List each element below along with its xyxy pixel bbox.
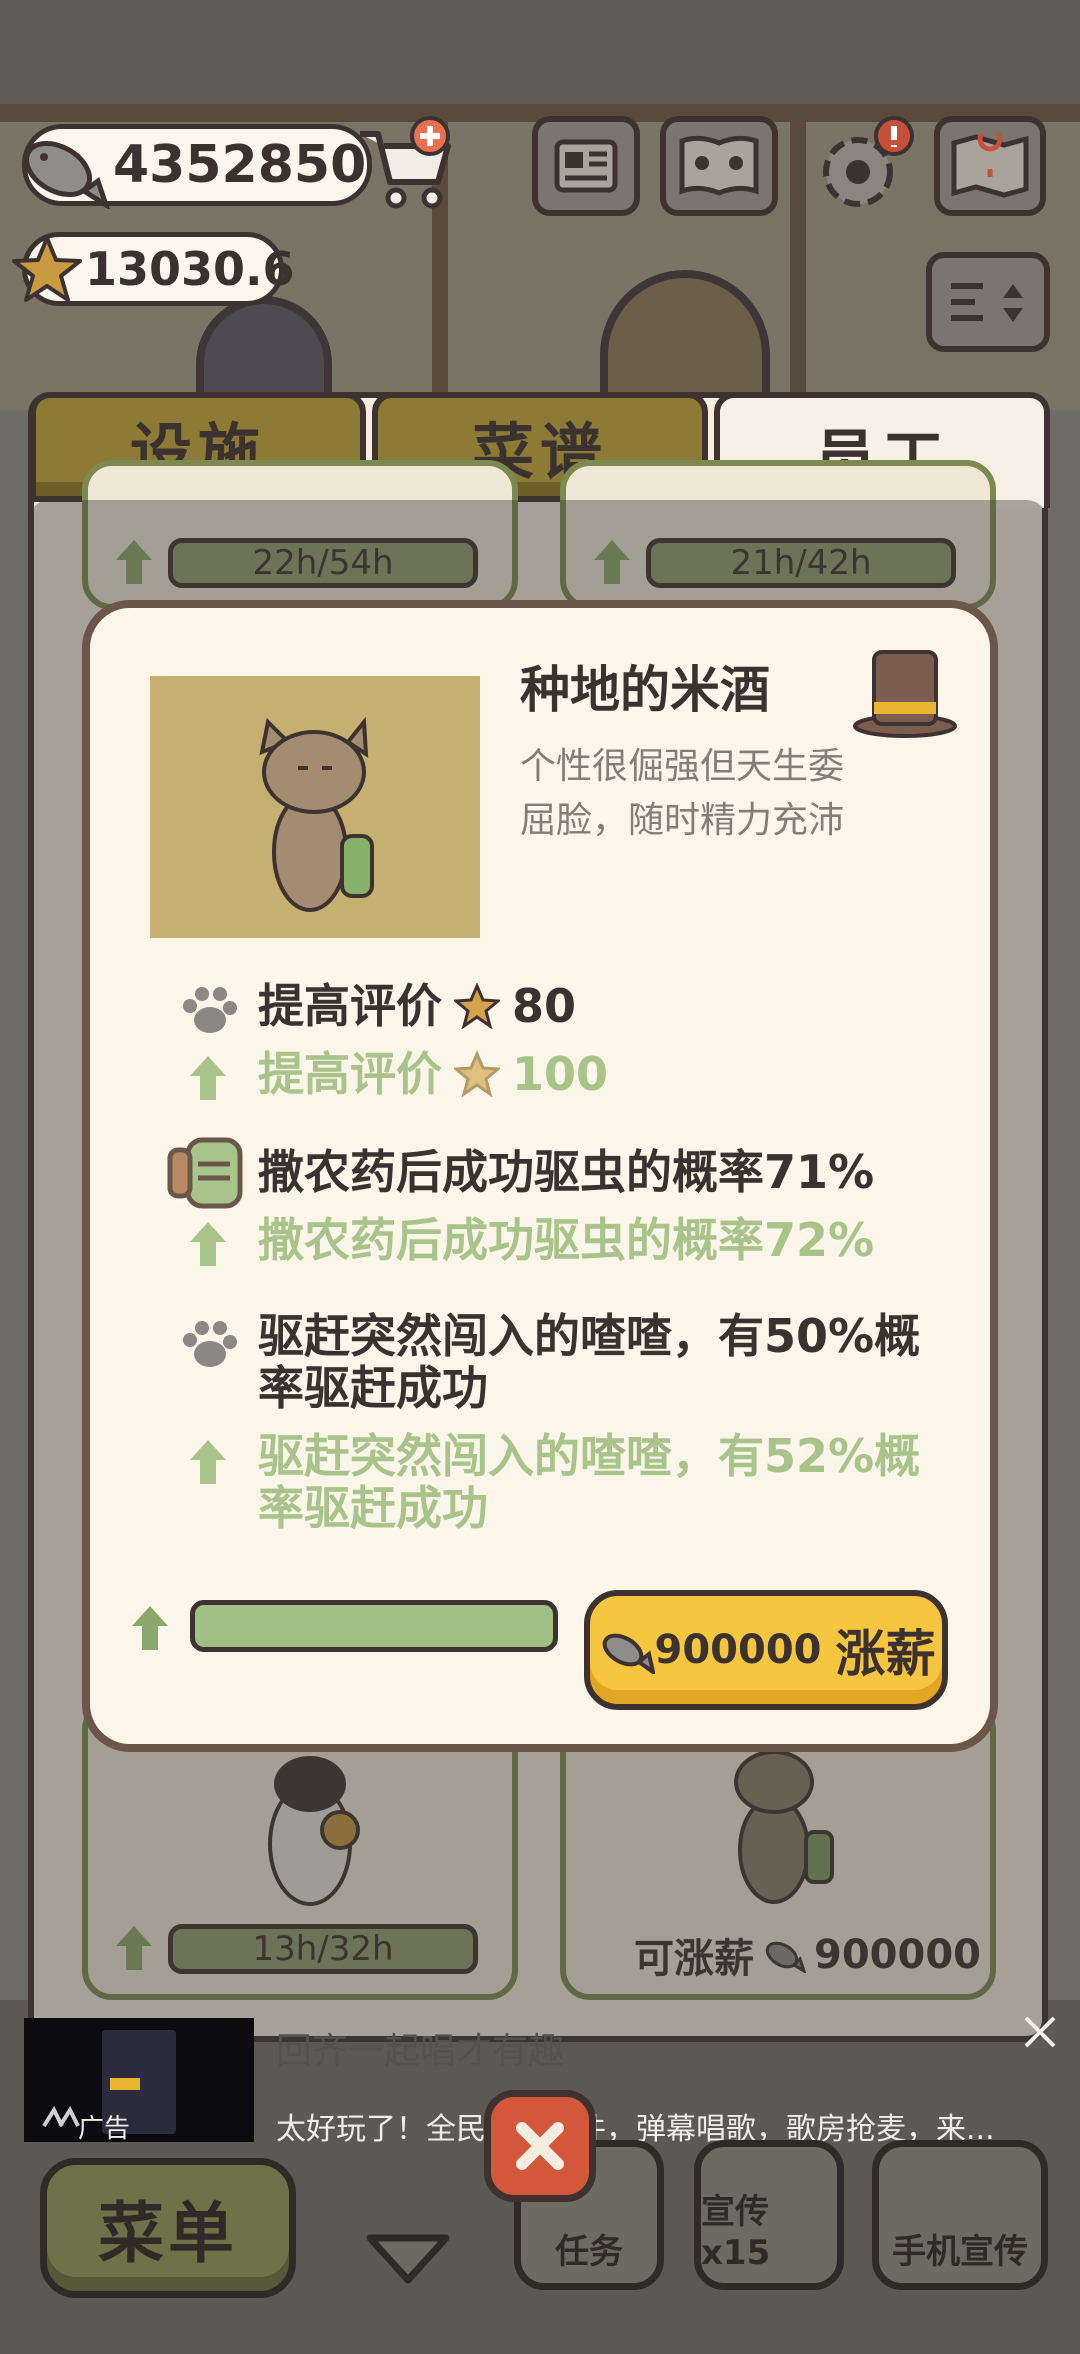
skill-chase-current: 驱赶突然闯入的喳喳，有50%概 率驱赶成功 [258, 1310, 920, 1414]
fish-icon [602, 1633, 655, 1674]
staff-description: 个性很倔强但天生委屈脸，随时精力充沛 [520, 746, 845, 841]
up-arrow-icon [128, 1602, 172, 1654]
cart-icon [360, 116, 451, 209]
staff-portrait [150, 676, 480, 938]
cat-book-button[interactable] [660, 116, 778, 216]
promote-label: 宣传x15 [701, 2192, 771, 2273]
skill-pesticide-next: 撒农药后成功驱虫的概率72% [258, 1213, 875, 1267]
skill-value: 100 [512, 1047, 609, 1101]
ad-faded-text: 回齐一起唱才有趣 [276, 2031, 565, 2072]
map-icon [951, 133, 1029, 198]
paw-icon [178, 1316, 238, 1370]
skill-label: 提高评价 [258, 979, 442, 1033]
tabby-cat-sprite [259, 716, 374, 912]
shop-cart-button[interactable] [352, 116, 458, 214]
ad-thumbnail[interactable] [24, 2018, 254, 2142]
wall-pillar [790, 110, 806, 400]
close-icon [516, 2122, 564, 2170]
star-icon [454, 983, 500, 1029]
menu-button[interactable]: 菜单 [40, 2158, 296, 2298]
skill-pesticide-current: 撒农药后成功驱虫的概率71% [258, 1145, 875, 1199]
raise-progress-bar [190, 1600, 558, 1652]
skill-rating-next: 提高评价 100 [258, 1048, 608, 1100]
sort-button[interactable] [926, 252, 1050, 352]
up-arrow-icon [186, 1436, 230, 1488]
paw-book-icon [679, 135, 759, 196]
fish-count: 4352850 [113, 135, 367, 195]
star-icon [10, 232, 84, 306]
gear-icon [823, 116, 914, 207]
newspaper-icon [554, 139, 618, 193]
spray-backpack-icon [166, 1130, 250, 1214]
star-icon [454, 1051, 500, 1097]
dialog-close-button[interactable] [484, 2090, 596, 2202]
skill-rating-current: 提高评价 80 [258, 980, 576, 1032]
fish-icon [12, 124, 112, 214]
top-hat-icon [852, 646, 958, 742]
raise-salary-button[interactable]: 900000 涨薪 [584, 1590, 948, 1710]
collapse-chevron-icon[interactable] [362, 2228, 454, 2288]
skill-text-line: 驱赶突然闯入的喳喳，有50%概 [258, 1309, 921, 1363]
phone-promote-button[interactable]: 手机宣传 [872, 2140, 1048, 2290]
up-arrow-icon [186, 1218, 230, 1270]
ad-image [42, 2030, 176, 2134]
skill-text-line: 驱赶突然闯入的喳喳，有52%概 [258, 1429, 921, 1483]
map-button[interactable] [934, 116, 1046, 216]
skill-value: 80 [512, 979, 577, 1033]
task-label: 任务 [555, 2232, 623, 2272]
raise-cost: 900000 [654, 1627, 822, 1673]
ad-close-button[interactable] [1018, 2010, 1062, 2054]
status-bar-area [0, 0, 1080, 110]
skill-chase-next: 驱赶突然闯入的喳喳，有52%概 率驱赶成功 [258, 1430, 920, 1534]
sort-toggle-icon [951, 283, 1023, 322]
skill-text-line: 率驱赶成功 [258, 1361, 488, 1415]
paw-icon [178, 982, 238, 1036]
settings-button[interactable] [808, 116, 914, 216]
phone-promote-label: 手机宣传 [892, 2232, 1028, 2272]
skill-text-line: 率驱赶成功 [258, 1481, 488, 1535]
star-count: 13030.6 [85, 242, 295, 296]
newspaper-button[interactable] [532, 116, 640, 216]
up-arrow-icon [186, 1052, 230, 1104]
skill-label: 提高评价 [258, 1047, 442, 1101]
close-icon [1024, 2016, 1056, 2048]
raise-label: 涨薪 [835, 1625, 936, 1683]
promote-button[interactable]: 宣传x15 [694, 2140, 844, 2290]
ad-label: 广告 [78, 2114, 131, 2144]
staff-name: 种地的米酒 [520, 661, 770, 719]
